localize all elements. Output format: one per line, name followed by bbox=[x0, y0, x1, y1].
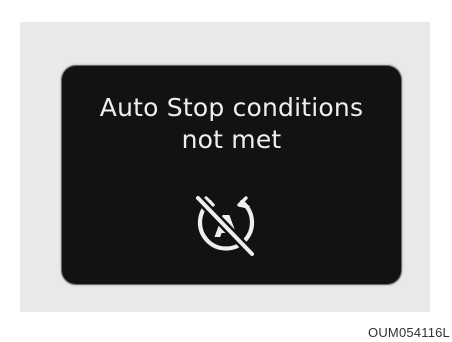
auto-stop-off-icon: A bbox=[194, 194, 256, 258]
cluster-display-panel: Auto Stop conditions not met A bbox=[62, 66, 401, 284]
figure-code-label: OUM054116L bbox=[368, 325, 450, 340]
message-line-2: not met bbox=[181, 125, 282, 154]
message-line-1: Auto Stop conditions bbox=[99, 93, 364, 122]
